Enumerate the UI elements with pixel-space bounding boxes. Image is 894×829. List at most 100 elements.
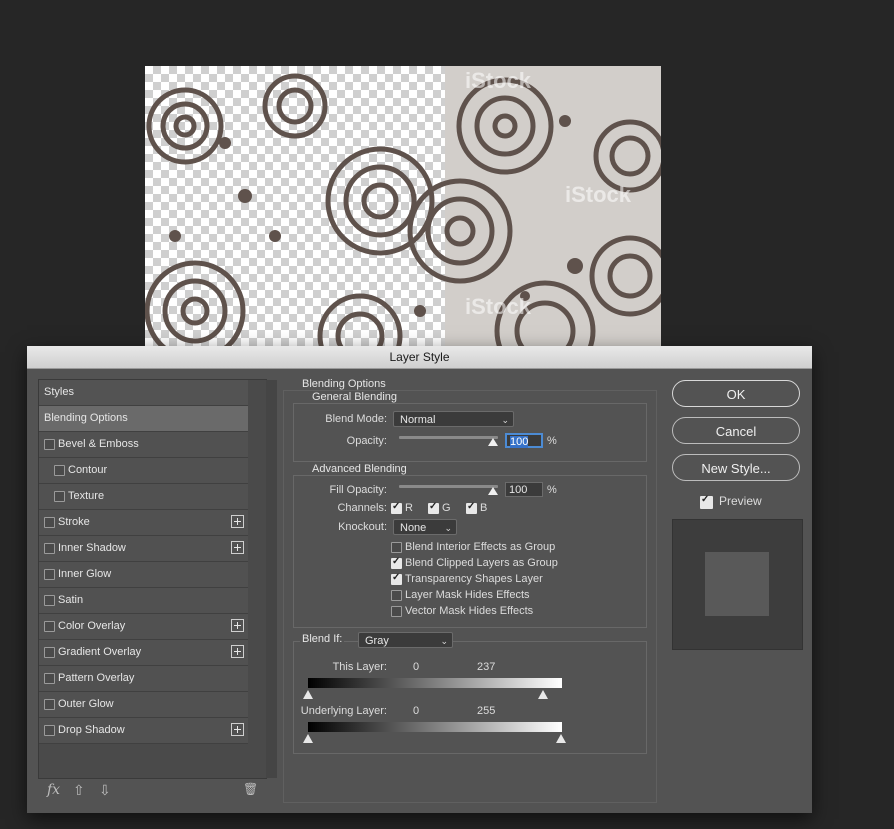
watermark-text: iStock xyxy=(565,182,632,207)
inner-glow-checkbox[interactable] xyxy=(44,569,55,580)
styles-bottom-bar: fx ⇧ ⇩ 🗑 xyxy=(39,778,266,806)
vector-mask-hides-effects-checkbox[interactable] xyxy=(391,606,402,617)
preview-checkbox[interactable] xyxy=(700,494,713,509)
stroke-checkbox[interactable] xyxy=(44,517,55,528)
channel-g-checkbox[interactable] xyxy=(428,501,439,514)
knockout-value: None xyxy=(400,522,427,534)
chevron-down-icon: ⌄ xyxy=(501,415,509,425)
advanced-blending-title: Advanced Blending xyxy=(310,463,409,475)
this-layer-black-slider[interactable] xyxy=(303,690,313,699)
texture-checkbox[interactable] xyxy=(54,491,65,502)
style-item-label: Pattern Overlay xyxy=(58,672,135,684)
channels-label: Channels: xyxy=(337,502,387,514)
channel-b-label: B xyxy=(480,502,488,514)
styles-scrollbar[interactable] xyxy=(266,380,277,778)
transparency-shapes-layer-checkbox[interactable] xyxy=(391,572,402,585)
dialog-title: Layer Style xyxy=(27,346,812,369)
opacity-label: Opacity: xyxy=(346,435,387,447)
move-up-icon[interactable]: ⇧ xyxy=(73,782,85,799)
contour-checkbox[interactable] xyxy=(54,465,65,476)
satin-checkbox[interactable] xyxy=(44,595,55,606)
style-item-inner-glow[interactable]: Inner Glow xyxy=(39,562,248,588)
underlying-layer-black-slider[interactable] xyxy=(303,734,313,743)
style-item-label: Stroke xyxy=(58,516,90,528)
outer-glow-checkbox[interactable] xyxy=(44,699,55,710)
style-item-texture[interactable]: Texture xyxy=(39,484,248,510)
style-item-gradient-overlay[interactable]: Gradient Overlay xyxy=(39,640,248,666)
opacity-input[interactable]: 100 xyxy=(505,433,543,448)
preview-label: Preview xyxy=(719,494,762,508)
layer-mask-hides-effects-label: Layer Mask Hides Effects xyxy=(405,589,530,601)
opacity-slider[interactable] xyxy=(399,436,498,439)
blend-interior-effects-as-group-label: Blend Interior Effects as Group xyxy=(405,541,556,553)
blend-if-label: Blend If: xyxy=(300,633,345,645)
fx-icon[interactable]: fx xyxy=(47,782,60,798)
add-effect-icon[interactable] xyxy=(231,515,244,528)
add-effect-icon[interactable] xyxy=(231,541,244,554)
drop-shadow-checkbox[interactable] xyxy=(44,725,55,736)
style-item-label: Color Overlay xyxy=(58,620,126,632)
layer-style-dialog: Layer Style Styles Blending Options Bevel … xyxy=(27,346,812,813)
underlying-layer-high-value: 255 xyxy=(477,705,496,717)
style-item-label: Inner Glow xyxy=(58,568,112,580)
this-layer-label: This Layer: xyxy=(332,661,387,673)
underlying-layer-white-slider[interactable] xyxy=(556,734,566,743)
add-effect-icon[interactable] xyxy=(231,619,244,632)
style-item-label: Gradient Overlay xyxy=(58,646,142,658)
cancel-button[interactable]: Cancel xyxy=(672,417,800,444)
style-item-bevel-emboss[interactable]: Bevel & Emboss xyxy=(39,432,248,458)
style-item-color-overlay[interactable]: Color Overlay xyxy=(39,614,248,640)
pattern-overlay-checkbox[interactable] xyxy=(44,673,55,684)
style-item-outer-glow[interactable]: Outer Glow xyxy=(39,692,248,718)
chevron-down-icon: ⌄ xyxy=(440,636,448,646)
transparency-shapes-layer-label: Transparency Shapes Layer xyxy=(405,573,543,585)
swirl-pattern xyxy=(145,73,661,350)
style-item-drop-shadow[interactable]: Drop Shadow xyxy=(39,718,248,744)
general-blending-title: General Blending xyxy=(310,391,400,403)
knockout-select[interactable]: None ⌄ xyxy=(393,519,457,535)
move-down-icon[interactable]: ⇩ xyxy=(99,782,111,799)
underlying-layer-low-value: 0 xyxy=(413,705,420,717)
ok-button[interactable]: OK xyxy=(672,380,800,407)
canvas-image: iStock iStock iStock xyxy=(145,66,661,350)
chevron-down-icon: ⌄ xyxy=(444,523,452,533)
style-item-label: Blending Options xyxy=(44,412,128,424)
bevel-emboss-checkbox[interactable] xyxy=(44,439,55,450)
style-item-pattern-overlay[interactable]: Pattern Overlay xyxy=(39,666,248,692)
add-effect-icon[interactable] xyxy=(231,723,244,736)
blend-if-value: Gray xyxy=(365,635,389,647)
this-layer-high-value: 237 xyxy=(477,661,496,673)
style-item-label: Contour xyxy=(68,464,108,476)
blend-if-group xyxy=(293,641,647,754)
channel-r-checkbox[interactable] xyxy=(391,501,402,514)
fill-opacity-label: Fill Opacity: xyxy=(329,484,387,496)
blend-mode-select[interactable]: Normal ⌄ xyxy=(393,411,514,427)
fill-opacity-slider-thumb[interactable] xyxy=(488,487,498,495)
blend-clipped-layers-as-group-checkbox[interactable] xyxy=(391,556,402,569)
style-item-styles[interactable]: Styles xyxy=(39,380,248,406)
blend-mode-label: Blend Mode: xyxy=(325,413,387,425)
trash-icon[interactable]: 🗑 xyxy=(243,782,258,796)
color-overlay-checkbox[interactable] xyxy=(44,621,55,632)
fill-opacity-slider[interactable] xyxy=(399,485,498,488)
new-style-button[interactable]: New Style... xyxy=(672,454,800,481)
style-item-stroke[interactable]: Stroke xyxy=(39,510,248,536)
style-item-inner-shadow[interactable]: Inner Shadow xyxy=(39,536,248,562)
inner-shadow-checkbox[interactable] xyxy=(44,543,55,554)
style-item-contour[interactable]: Contour xyxy=(39,458,248,484)
opacity-slider-thumb[interactable] xyxy=(488,438,498,446)
blend-if-select[interactable]: Gray ⌄ xyxy=(358,632,453,648)
this-layer-low-value: 0 xyxy=(413,661,420,673)
gradient-overlay-checkbox[interactable] xyxy=(44,647,55,658)
blending-options-title: Blending Options xyxy=(300,378,388,390)
underlying-layer-gradient xyxy=(308,722,562,732)
style-item-blending-options[interactable]: Blending Options xyxy=(39,406,248,432)
style-item-satin[interactable]: Satin xyxy=(39,588,248,614)
add-effect-icon[interactable] xyxy=(231,645,244,658)
fill-opacity-input[interactable]: 100 xyxy=(505,482,543,497)
watermark-text: iStock xyxy=(465,294,532,319)
this-layer-white-slider[interactable] xyxy=(538,690,548,699)
channel-b-checkbox[interactable] xyxy=(466,501,477,514)
layer-mask-hides-effects-checkbox[interactable] xyxy=(391,590,402,601)
blend-interior-effects-as-group-checkbox[interactable] xyxy=(391,542,402,553)
